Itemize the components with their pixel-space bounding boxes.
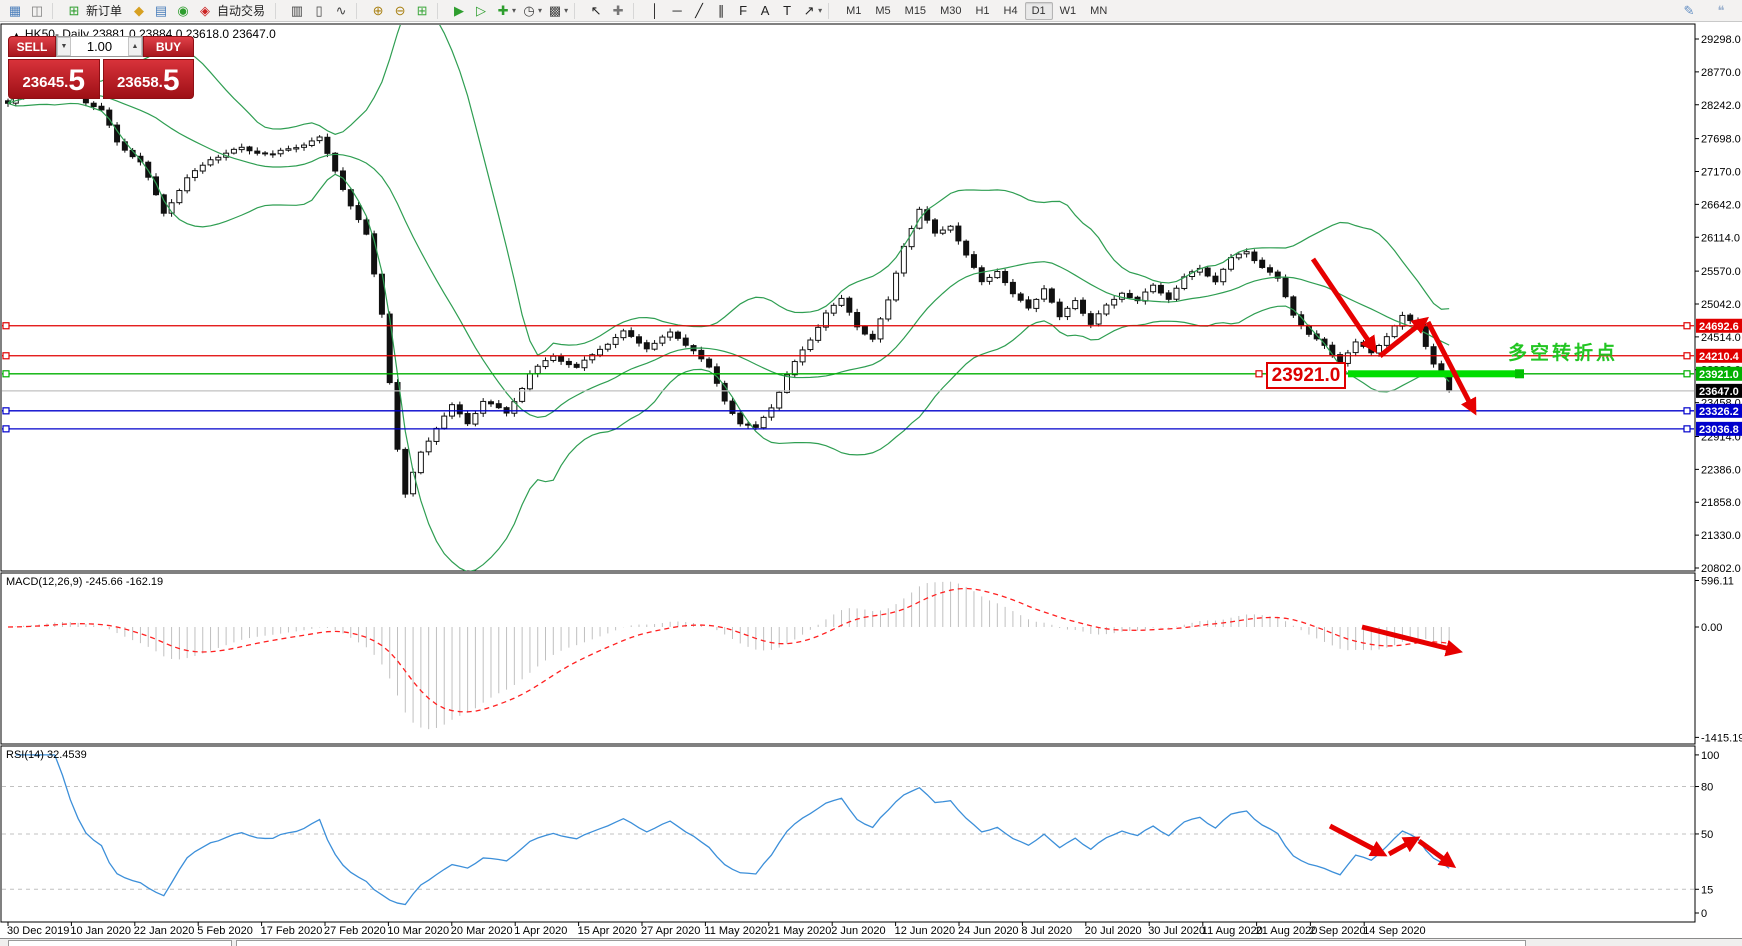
toolbox-icon[interactable]: ▤ xyxy=(150,1,172,21)
zoom-out-icon[interactable]: ⊖ xyxy=(389,1,411,21)
turning-point-text[interactable]: 多空转折点 xyxy=(1508,338,1618,365)
volume-up-icon[interactable]: ▲ xyxy=(128,37,142,56)
chart-shift-icon[interactable]: ▷ xyxy=(470,1,492,21)
quick-edit-icon[interactable]: ✎ xyxy=(1678,1,1700,21)
sell-price[interactable]: 23645.5 xyxy=(8,59,100,99)
autotrade-label[interactable]: 自动交易 xyxy=(217,2,265,19)
toolbar-separator xyxy=(437,3,445,19)
volume-down-icon[interactable]: ▼ xyxy=(57,37,71,56)
zoom-in-icon[interactable]: ⊕ xyxy=(367,1,389,21)
macd-title: MACD(12,26,9) -245.66 -162.19 xyxy=(6,576,163,588)
line-chart-icon[interactable]: ∿ xyxy=(330,1,352,21)
trend-arrows[interactable] xyxy=(1313,259,1474,865)
dropdown-caret-icon[interactable]: ▾ xyxy=(538,6,542,15)
chat-icon[interactable]: ❝ xyxy=(1710,1,1732,21)
indicators-icon[interactable]: ✚ xyxy=(492,1,514,21)
timeframe-button-d1[interactable]: D1 xyxy=(1025,2,1053,20)
timeframe-button-m1[interactable]: M1 xyxy=(839,2,868,20)
autotrade-icon[interactable]: ◈ xyxy=(194,1,216,21)
timeframe-button-m15[interactable]: M15 xyxy=(898,2,933,20)
templates-icon[interactable]: ▩ xyxy=(544,1,566,21)
vertical-line-icon[interactable]: │ xyxy=(644,1,666,21)
sell-button[interactable]: SELL xyxy=(8,36,56,57)
timeframe-button-w1[interactable]: W1 xyxy=(1053,2,1084,20)
fibonacci-icon[interactable]: F xyxy=(732,1,754,21)
timeframe-button-m30[interactable]: M30 xyxy=(933,2,968,20)
toolbar-separator xyxy=(633,3,641,19)
price-axis[interactable] xyxy=(1696,25,1742,922)
timeframe-button-mn[interactable]: MN xyxy=(1083,2,1114,20)
new-order-label[interactable]: 新订单 xyxy=(86,2,122,19)
text-icon[interactable]: A xyxy=(754,1,776,21)
date-axis[interactable] xyxy=(0,922,1695,938)
cursor-icon[interactable]: ↖ xyxy=(585,1,607,21)
new-order-icon[interactable]: ⊞ xyxy=(63,1,85,21)
periods-icon[interactable]: ◷ xyxy=(518,1,540,21)
mt4-window: ▦◫⊞新订单◆▤◉◈自动交易▥▯∿⊕⊖⊞▶▷✚▾◷▾▩▾↖✚│─╱∥FAT↗▾M… xyxy=(0,0,1742,946)
market-icon[interactable]: ◆ xyxy=(128,1,150,21)
shapes-icon[interactable]: ↗ xyxy=(798,1,820,21)
chart-tab-bar xyxy=(0,938,1742,946)
rsi-title: RSI(14) 32.4539 xyxy=(6,749,87,761)
dropdown-caret-icon[interactable]: ▾ xyxy=(512,6,516,15)
toolbar-separator xyxy=(356,3,364,19)
toolbar-separator xyxy=(828,3,836,19)
chart-tab[interactable] xyxy=(8,940,232,946)
crosshair-icon[interactable]: ✚ xyxy=(607,1,629,21)
bars-chart-icon[interactable]: ▥ xyxy=(286,1,308,21)
trendline-icon[interactable]: ╱ xyxy=(688,1,710,21)
volume-value[interactable]: 1.00 xyxy=(71,39,128,54)
profiles-icon[interactable]: ◫ xyxy=(26,1,48,21)
tile-windows-icon[interactable]: ⊞ xyxy=(411,1,433,21)
auto-scroll-icon[interactable]: ▶ xyxy=(448,1,470,21)
toolbar-separator xyxy=(275,3,283,19)
channel-icon[interactable]: ∥ xyxy=(710,1,732,21)
volume-stepper[interactable]: ▼ 1.00 ▲ xyxy=(56,36,143,57)
level-price-label[interactable]: 23921.0 xyxy=(1266,362,1346,389)
label-icon[interactable]: T xyxy=(776,1,798,21)
dropdown-caret-icon[interactable]: ▾ xyxy=(818,6,822,15)
buy-price[interactable]: 23658.5 xyxy=(103,59,195,99)
toolbar-separator xyxy=(574,3,582,19)
toolbar: ▦◫⊞新订单◆▤◉◈自动交易▥▯∿⊕⊖⊞▶▷✚▾◷▾▩▾↖✚│─╱∥FAT↗▾M… xyxy=(0,0,1742,22)
timeframe-button-h4[interactable]: H4 xyxy=(997,2,1025,20)
candles-chart-icon[interactable]: ▯ xyxy=(308,1,330,21)
new-chart-icon[interactable]: ▦ xyxy=(4,1,26,21)
chart-canvas[interactable]: 29298.028770.028242.027698.027170.026642… xyxy=(0,0,1742,946)
dropdown-caret-icon[interactable]: ▾ xyxy=(564,6,568,15)
buy-button[interactable]: BUY xyxy=(143,36,194,57)
chart-tab[interactable] xyxy=(236,940,1526,946)
toolbar-separator xyxy=(52,3,60,19)
timeframe-button-h1[interactable]: H1 xyxy=(968,2,996,20)
signals-icon[interactable]: ◉ xyxy=(172,1,194,21)
one-click-trading-panel: SELL ▼ 1.00 ▲ BUY 23645.5 23658.5 xyxy=(8,36,194,99)
timeframe-button-m5[interactable]: M5 xyxy=(868,2,897,20)
horizontal-line-icon[interactable]: ─ xyxy=(666,1,688,21)
